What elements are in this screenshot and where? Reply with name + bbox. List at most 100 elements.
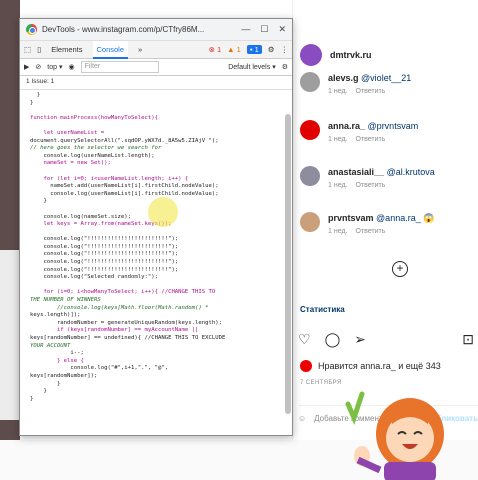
share-icon[interactable]: ➢	[354, 331, 366, 348]
cursor-highlight	[148, 197, 178, 227]
info-badge[interactable]: ▪ 1	[246, 45, 262, 54]
error-count: 1	[216, 45, 222, 54]
comment-time: 1 нед.	[328, 228, 348, 235]
code-line: keys[randomNumber]);	[30, 372, 98, 379]
comment-time: 1 нед.	[328, 182, 348, 189]
console-code-area[interactable]: }} function mainProcess(howManyToSelect){…	[20, 90, 292, 403]
cartoon-character-sticker	[345, 391, 444, 480]
code-line: //console.log(keys[Math.floor(Math.rando…	[30, 304, 209, 311]
error-badge[interactable]: ⊗ 1	[209, 45, 222, 54]
code-line: for (i=0; i<howManyToSelect; i++){ //CHA…	[30, 289, 216, 296]
minimize-icon[interactable]: —	[241, 24, 250, 35]
issues-bar[interactable]: 1 Issue: 1	[20, 76, 292, 90]
background-image-edge-light	[0, 250, 20, 420]
likes-row: Нравится anna.ra_ и ещё 343	[300, 360, 441, 372]
chrome-icon	[26, 24, 37, 35]
comment-text[interactable]: @al.krutova	[387, 167, 435, 177]
post-date: 7 СЕНТЯБРЯ	[300, 380, 342, 386]
info-count: 1	[254, 45, 259, 54]
comment-icon[interactable]: ◯	[325, 331, 341, 348]
avatar[interactable]	[300, 212, 320, 232]
code-line: console.log("!!!!!!!!!!!!!!!!!!!!!!!!");	[30, 266, 179, 273]
avatar[interactable]	[300, 72, 320, 92]
checkmark-icon	[345, 391, 365, 426]
reply-button[interactable]: Ответить	[355, 88, 385, 95]
code-line: console.log("Selected randomly:");	[30, 274, 158, 281]
comment-item: anna.ra_ @prvntsvam 1 нед. Ответить	[300, 120, 418, 143]
eye-icon[interactable]: ◉	[68, 63, 74, 71]
tab-elements[interactable]: Elements	[47, 41, 86, 59]
avatar[interactable]	[300, 166, 320, 186]
code-line: nameSet.add(userNameList[i].firstChild.n…	[30, 183, 219, 190]
emoji-icon[interactable]: ☺	[298, 414, 306, 423]
code-line: YOUR ACCOUNT	[30, 342, 71, 349]
code-line: function mainProcess(howManyToSelect){	[30, 114, 158, 121]
console-settings-icon[interactable]: ⚙	[282, 63, 288, 71]
clear-console-icon[interactable]: ⊘	[35, 63, 41, 71]
code-line: nameSet = new Set();	[30, 160, 111, 167]
comment-user[interactable]: anastasiali__	[328, 167, 384, 177]
log-levels-select[interactable]: Default levels ▾	[228, 63, 276, 71]
inspect-icon[interactable]: ⬚	[24, 45, 31, 54]
avatar[interactable]	[300, 120, 320, 140]
maximize-icon[interactable]: ☐	[260, 24, 268, 35]
code-line: console.log("!!!!!!!!!!!!!!!!!!!!!!!!");	[30, 243, 179, 250]
comment-item: alevs.g @violet__21 1 нед. Ответить	[300, 72, 411, 95]
devtools-titlebar[interactable]: DevTools - www.instagram.com/p/CTfry86M.…	[20, 19, 292, 41]
code-line: THE NUMBER OF WINNERS	[30, 297, 101, 304]
code-line: // here goes the selector we search for	[30, 145, 162, 152]
code-line: if (keys[randomNumber] == myAccountName …	[30, 327, 199, 334]
device-toggle-icon[interactable]: ▯	[37, 45, 41, 54]
statistics-link[interactable]: Статистика	[300, 305, 345, 314]
reply-button[interactable]: Ответить	[355, 182, 385, 189]
post-actions: ♡ ◯ ➢ ⊡	[298, 331, 474, 348]
comment-text[interactable]: @prvntsvam	[368, 121, 419, 131]
code-line: for (let i=0; i<userNameList.length; i++…	[30, 175, 189, 182]
code-line: console.log(userNameList.length);	[30, 152, 155, 159]
avatar[interactable]	[300, 44, 322, 66]
code-line: document.querySelectorAll(".sqdOP.yWX7d.…	[30, 137, 219, 144]
avatar[interactable]	[300, 360, 312, 372]
warning-badge[interactable]: ▲ 1	[227, 45, 241, 54]
reply-button[interactable]: Ответить	[355, 228, 385, 235]
filter-input[interactable]: Filter	[80, 61, 159, 73]
reply-button[interactable]: Ответить	[355, 136, 385, 143]
code-line: randomNumber = generateUniqueRandom(keys…	[30, 319, 222, 326]
likes-text[interactable]: Нравится anna.ra_ и ещё 343	[318, 361, 441, 371]
code-line: } else {	[30, 357, 84, 364]
context-select[interactable]: top ▾	[47, 63, 62, 71]
post-author-username[interactable]: dmtrvk.ru	[330, 50, 372, 60]
code-line: }	[30, 395, 34, 402]
more-tabs-button[interactable]: »	[134, 41, 146, 59]
tab-console[interactable]: Console	[92, 40, 129, 59]
comment-text[interactable]: @anna.ra_ 😱	[376, 213, 434, 223]
code-line: }	[30, 388, 47, 395]
comment-user[interactable]: prvntsvam	[328, 213, 374, 223]
code-line: keys.length)]);	[30, 312, 81, 319]
code-line: }	[30, 380, 61, 387]
close-icon[interactable]: ✕	[278, 24, 286, 35]
devtools-tabs: ⬚ ▯ Elements Console » ⊗ 1 ▲ 1 ▪ 1 ⚙ ⋮	[20, 40, 292, 59]
more-options-icon[interactable]: ⋮	[281, 45, 289, 54]
console-scrollbar[interactable]	[285, 114, 291, 414]
load-more-comments-icon[interactable]: +	[392, 261, 408, 277]
code-line: console.log("!!!!!!!!!!!!!!!!!!!!!!!!");	[30, 251, 179, 258]
sidebar-toggle-icon[interactable]: ▶	[24, 63, 29, 71]
comment-time: 1 нед.	[328, 136, 348, 143]
heart-icon[interactable]: ♡	[298, 331, 311, 348]
comment-time: 1 нед.	[328, 88, 348, 95]
comment-item: prvntsvam @anna.ra_ 😱 1 нед. Ответить	[300, 212, 434, 235]
settings-gear-icon[interactable]: ⚙	[268, 45, 275, 54]
code-line: keys[randomNumber] == undefined){ //CHAN…	[30, 335, 226, 341]
comment-text[interactable]: @violet__21	[361, 73, 411, 83]
bookmark-icon[interactable]: ⊡	[462, 331, 474, 348]
log-levels-value: Default levels	[228, 64, 271, 71]
comment-user[interactable]: alevs.g	[328, 73, 359, 83]
comment-user[interactable]: anna.ra_	[328, 121, 365, 131]
post-author[interactable]: dmtrvk.ru	[300, 44, 372, 66]
devtools-window: DevTools - www.instagram.com/p/CTfry86M.…	[19, 18, 293, 436]
